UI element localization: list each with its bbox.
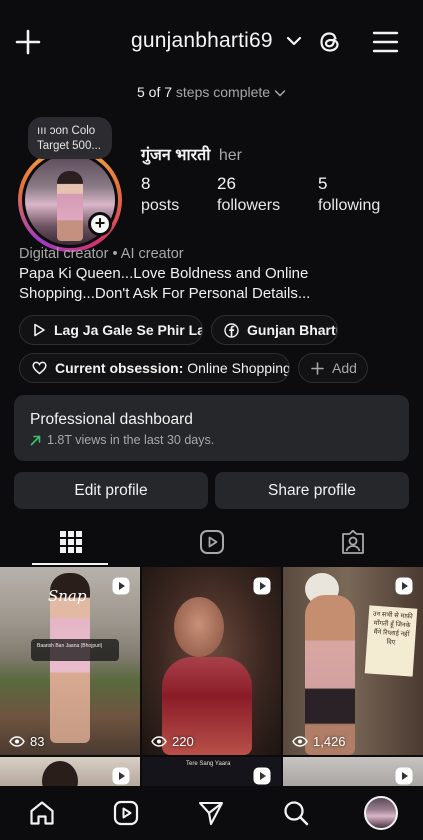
reel-indicator-icon (253, 767, 271, 785)
send-icon (198, 801, 224, 826)
steps-count: 5 of 7 (137, 84, 173, 100)
snap-overlay-text: Snap (48, 587, 87, 605)
obsession-label: Current obsession: (55, 360, 184, 376)
menu-icon[interactable] (372, 30, 399, 54)
reel-indicator-icon (112, 767, 130, 785)
bio-line: Shopping...Don't Ask For Personal Detail… (19, 285, 311, 302)
chevron-down-icon[interactable] (286, 34, 302, 48)
trend-up-icon (30, 435, 41, 445)
share-profile-button[interactable]: Share profile (215, 472, 409, 509)
post-caption: Tere Sang Yaara (186, 761, 231, 767)
stat-label: followers (217, 197, 281, 214)
reel-indicator-icon (395, 577, 413, 595)
profile-name: गुंजन भारती (141, 147, 211, 164)
chevron-down-icon (274, 90, 286, 97)
plus-icon (311, 361, 324, 375)
grid-post[interactable]: 220 (142, 567, 281, 755)
stat-value: 26 (217, 174, 236, 193)
add-button[interactable]: Add (298, 353, 368, 383)
search-icon (284, 801, 309, 826)
music-link-label: Lag Ja Gale Se Phir La... (54, 322, 203, 338)
nav-profile-avatar[interactable] (364, 796, 398, 830)
reel-indicator-icon (395, 767, 413, 785)
reel-indicator-icon (253, 577, 271, 595)
profile-bio: Papa Ki Queen...Love Boldness and Online… (19, 264, 409, 304)
reels-icon (199, 530, 224, 554)
grid-post[interactable]: उन सभी से माफ़ी माँगती हूँ जिनके मैंने र… (283, 567, 423, 755)
plus-icon[interactable] (14, 28, 42, 56)
eye-icon (9, 736, 25, 747)
reels-icon (113, 800, 139, 826)
facebook-link-label: Gunjan Bharti (247, 322, 338, 338)
nav-messages[interactable] (195, 797, 227, 829)
dashboard-subtitle-row: 1.8T views in the last 30 days. (30, 433, 393, 447)
grid-icon (59, 531, 82, 553)
view-count: 220 (151, 734, 194, 749)
facebook-icon (224, 322, 239, 338)
nav-reels[interactable] (110, 797, 142, 829)
tab-posts-grid[interactable] (0, 520, 141, 564)
view-count: 1,426 (292, 734, 346, 749)
note-bubble[interactable]: ııı ɔon Colo Target 500... (28, 117, 112, 159)
obsession-value: Online Shopping😜 (187, 359, 289, 376)
heart-icon (32, 361, 47, 375)
stat-value: 8 (141, 174, 151, 193)
home-icon (30, 801, 54, 825)
tab-reels[interactable] (141, 520, 282, 564)
play-icon (34, 323, 45, 337)
profile-setup-progress[interactable]: 5 of 7 steps complete (0, 84, 423, 100)
note-line-2: Target 500... (37, 140, 101, 152)
steps-suffix: steps complete (175, 84, 271, 100)
profile-category: Digital creator • AI creator (19, 246, 184, 262)
posts-grid: Snap Baarish Ban Jaana (Bhojpuri) 83 220… (0, 567, 423, 787)
threads-icon[interactable] (316, 28, 344, 56)
eye-icon (292, 736, 308, 747)
stat-followers[interactable]: 26 followers (217, 174, 280, 215)
facebook-link-pill[interactable]: Gunjan Bharti (211, 315, 338, 345)
view-count: 83 (9, 734, 44, 749)
bio-line: Papa Ki Queen...Love Boldness and Online (19, 265, 309, 282)
grid-post[interactable]: Tere Sang Yaara (142, 757, 281, 787)
music-sticker: Baarish Ban Jaana (Bhojpuri) (31, 639, 119, 661)
add-label: Add (332, 360, 357, 376)
note-card: उन सभी से माफ़ी माँगती हूँ जिनके मैंने र… (364, 605, 418, 677)
account-username[interactable]: gunjanbharti69 (131, 29, 273, 53)
grid-post[interactable] (0, 757, 140, 787)
profile-avatar-ring[interactable] (18, 148, 122, 252)
add-story-button[interactable]: + (88, 212, 112, 236)
music-sticker-title: Baarish Ban Jaana (Bhojpuri) (37, 643, 103, 649)
dashboard-subtitle: 1.8T views in the last 30 days. (47, 433, 215, 447)
dashboard-title: Professional dashboard (30, 411, 193, 428)
music-link-pill[interactable]: Lag Ja Gale Se Phir La... (19, 315, 203, 345)
edit-profile-button[interactable]: Edit profile (14, 472, 208, 509)
grid-post[interactable] (283, 757, 423, 787)
stat-label: following (318, 197, 381, 214)
eye-icon (151, 736, 167, 747)
current-obsession-pill[interactable]: Current obsession: Online Shopping😜 (19, 353, 290, 383)
stat-following[interactable]: 5 following (318, 174, 380, 215)
tagged-icon (341, 529, 364, 554)
nav-search[interactable] (280, 797, 312, 829)
profile-pronouns: her (218, 147, 242, 164)
stat-value: 5 (318, 174, 328, 193)
bottom-navigation (0, 786, 423, 840)
stat-posts[interactable]: 8 posts (141, 174, 179, 215)
reel-indicator-icon (112, 577, 130, 595)
profile-name-row: गुंजन भारती her (141, 143, 242, 165)
grid-post[interactable]: Snap Baarish Ban Jaana (Bhojpuri) 83 (0, 567, 140, 755)
top-bar: gunjanbharti69 (0, 0, 423, 82)
nav-home[interactable] (26, 797, 58, 829)
stat-label: posts (141, 197, 180, 214)
tab-tagged[interactable] (282, 520, 423, 564)
active-tab-indicator (32, 563, 108, 565)
note-line-1: ııı ɔon Colo (37, 125, 96, 137)
professional-dashboard[interactable]: Professional dashboard 1.8T views in the… (14, 395, 409, 461)
